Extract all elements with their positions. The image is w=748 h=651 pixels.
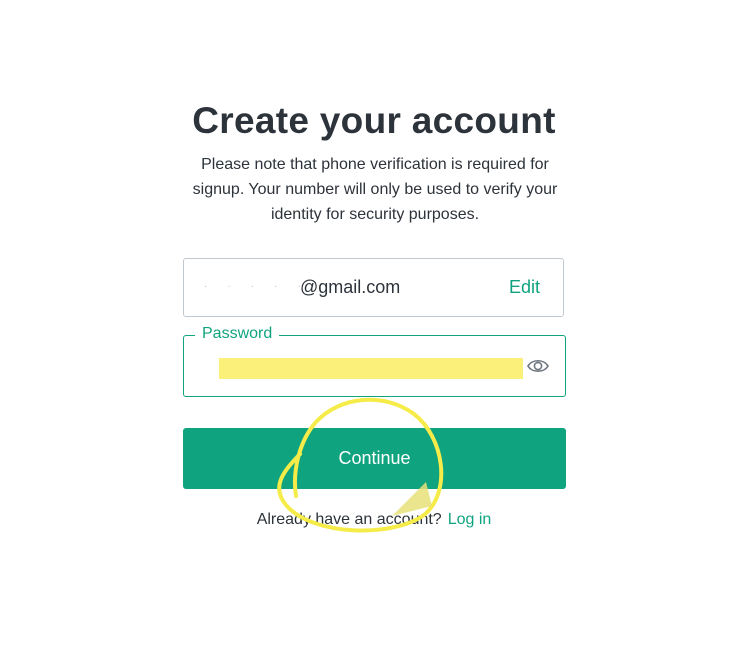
eye-icon[interactable] bbox=[526, 356, 550, 376]
continue-button[interactable]: Continue bbox=[183, 428, 566, 489]
page-subtitle: Please note that phone verification is r… bbox=[192, 156, 558, 223]
password-label: Password bbox=[195, 325, 280, 343]
email-value: @gmail.com bbox=[300, 277, 401, 297]
email-field: ····· @gmail.com Edit bbox=[183, 258, 564, 317]
login-link[interactable]: Log in bbox=[448, 511, 492, 528]
edit-email-link[interactable]: Edit bbox=[509, 277, 540, 298]
highlight-circle-annotation bbox=[277, 397, 444, 533]
password-field[interactable]: Password bbox=[183, 325, 566, 397]
page-title: Create your account bbox=[192, 100, 556, 141]
login-prompt: Already have an account? Log in bbox=[0, 511, 748, 529]
password-input[interactable] bbox=[219, 358, 523, 379]
login-prompt-text: Already have an account? bbox=[256, 511, 442, 528]
